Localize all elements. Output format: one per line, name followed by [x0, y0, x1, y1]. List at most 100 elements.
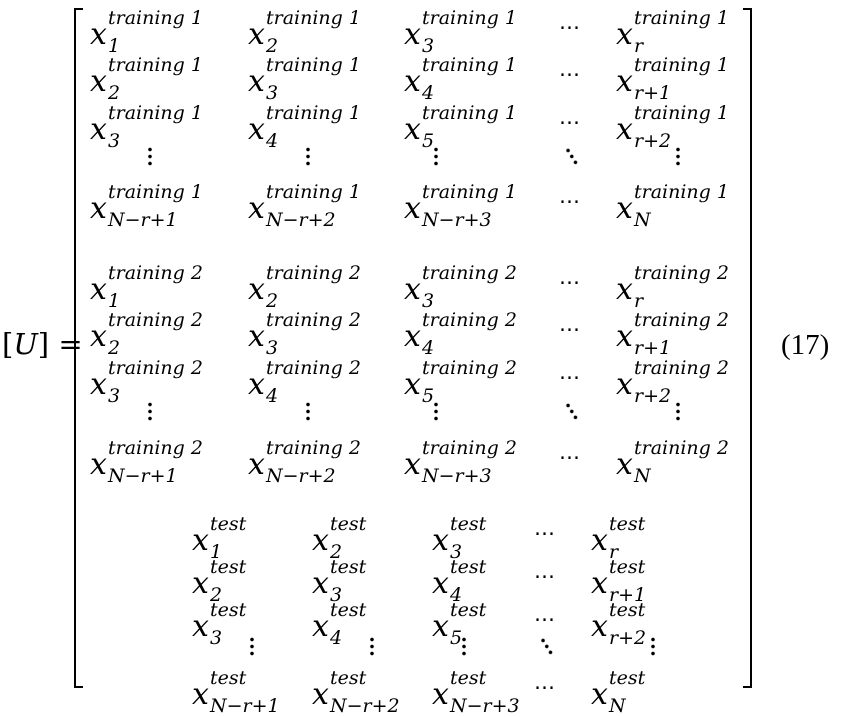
entry-superscript: training 1	[266, 7, 361, 29]
entry-superscript: training 1	[634, 181, 729, 203]
vertical-ellipsis	[148, 146, 152, 166]
entry-variable: x	[192, 677, 209, 712]
entry-variable: x	[591, 523, 608, 558]
entry-superscript: test	[609, 556, 646, 578]
vertical-ellipsis	[676, 401, 680, 421]
entry-subscript: 4	[422, 337, 435, 359]
entry-superscript: test	[609, 599, 646, 621]
entry-superscript: training 1	[422, 7, 517, 29]
entry-subscript: 5	[422, 385, 435, 407]
horizontal-ellipsis: …	[559, 265, 580, 289]
entry-superscript: training 2	[422, 262, 517, 284]
entry-variable: x	[248, 64, 265, 99]
entry-superscript: test	[330, 599, 367, 621]
vertical-ellipsis	[676, 146, 680, 166]
equation-17: [U] = x training 1 1 x training 1 2 x training …	[0, 0, 859, 716]
entry-superscript: test	[450, 556, 487, 578]
entry-subscript: N−r+2	[330, 695, 400, 717]
horizontal-ellipsis: …	[534, 602, 555, 626]
vertical-ellipsis	[250, 636, 254, 656]
entry-variable: x	[404, 191, 421, 226]
entry-superscript: training 2	[266, 357, 361, 379]
equation-number: (17)	[781, 329, 830, 361]
entry-subscript: 3	[108, 385, 121, 407]
horizontal-ellipsis: …	[559, 440, 580, 464]
entry-variable: x	[591, 609, 608, 644]
horizontal-ellipsis: …	[559, 184, 580, 208]
entry-superscript: training 2	[266, 262, 361, 284]
horizontal-ellipsis: …	[559, 312, 580, 336]
entry-superscript: training 1	[634, 7, 729, 29]
entry-superscript: training 1	[108, 102, 203, 124]
entry-superscript: training 1	[108, 54, 203, 76]
entry-superscript: training 1	[422, 54, 517, 76]
entry-superscript: training 1	[422, 102, 517, 124]
entry-variable: x	[90, 191, 107, 226]
entry-variable: x	[90, 17, 107, 52]
entry-variable: x	[248, 17, 265, 52]
entry-subscript: 3	[108, 130, 121, 152]
entry-variable: x	[404, 272, 421, 307]
entry-variable: x	[616, 112, 633, 147]
entry-subscript: N	[634, 465, 651, 487]
entry-superscript: training 2	[108, 437, 203, 459]
vertical-ellipsis	[651, 636, 655, 656]
vertical-ellipsis	[370, 636, 374, 656]
horizontal-ellipsis: …	[559, 10, 580, 34]
entry-subscript: N	[609, 695, 626, 717]
entry-variable: x	[432, 523, 449, 558]
entry-superscript: test	[210, 556, 247, 578]
close-bracket: ]	[37, 327, 50, 361]
entry-subscript: 3	[210, 627, 223, 649]
horizontal-ellipsis: …	[534, 670, 555, 694]
entry-subscript: N−r+1	[108, 209, 178, 231]
entry-superscript: training 2	[108, 309, 203, 331]
entry-subscript: 4	[266, 385, 279, 407]
entry-variable: x	[248, 447, 265, 482]
horizontal-ellipsis: …	[559, 360, 580, 384]
entry-variable: x	[90, 64, 107, 99]
entry-subscript: 4	[266, 130, 279, 152]
entry-variable: x	[90, 319, 107, 354]
entry-superscript: training 1	[108, 7, 203, 29]
entry-subscript: r+2	[634, 385, 672, 407]
matrix-symbol: U	[13, 327, 38, 361]
entry-superscript: training 2	[422, 309, 517, 331]
entry-variable: x	[432, 677, 449, 712]
entry-superscript: training 1	[422, 181, 517, 203]
entry-variable: x	[404, 112, 421, 147]
entry-superscript: test	[210, 599, 247, 621]
entry-variable: x	[248, 112, 265, 147]
entry-subscript: N−r+1	[108, 465, 178, 487]
entry-subscript: N−r+3	[422, 465, 492, 487]
entry-superscript: training 2	[634, 357, 729, 379]
entry-subscript: r+1	[634, 82, 672, 104]
entry-variable: x	[404, 367, 421, 402]
horizontal-ellipsis: …	[534, 559, 555, 583]
entry-superscript: training 1	[266, 102, 361, 124]
entry-variable: x	[404, 319, 421, 354]
entry-variable: x	[312, 523, 329, 558]
entry-variable: x	[90, 447, 107, 482]
entry-variable: x	[616, 272, 633, 307]
entry-superscript: test	[330, 513, 367, 535]
entry-superscript: test	[330, 667, 367, 689]
entry-variable: x	[248, 319, 265, 354]
entry-superscript: training 2	[108, 357, 203, 379]
entry-variable: x	[248, 272, 265, 307]
entry-subscript: 3	[266, 82, 279, 104]
horizontal-ellipsis: …	[534, 516, 555, 540]
vertical-ellipsis	[434, 401, 438, 421]
entry-superscript: training 2	[422, 437, 517, 459]
diagonal-ellipsis	[564, 401, 579, 421]
entry-subscript: 4	[330, 627, 343, 649]
entry-subscript: 2	[108, 337, 121, 359]
entry-variable: x	[248, 367, 265, 402]
matrix-label: [U] =	[2, 330, 83, 359]
entry-superscript: test	[609, 513, 646, 535]
entry-variable: x	[312, 566, 329, 601]
entry-variable: x	[312, 677, 329, 712]
entry-subscript: N−r+3	[450, 695, 520, 717]
entry-superscript: test	[450, 513, 487, 535]
horizontal-ellipsis: …	[559, 105, 580, 129]
